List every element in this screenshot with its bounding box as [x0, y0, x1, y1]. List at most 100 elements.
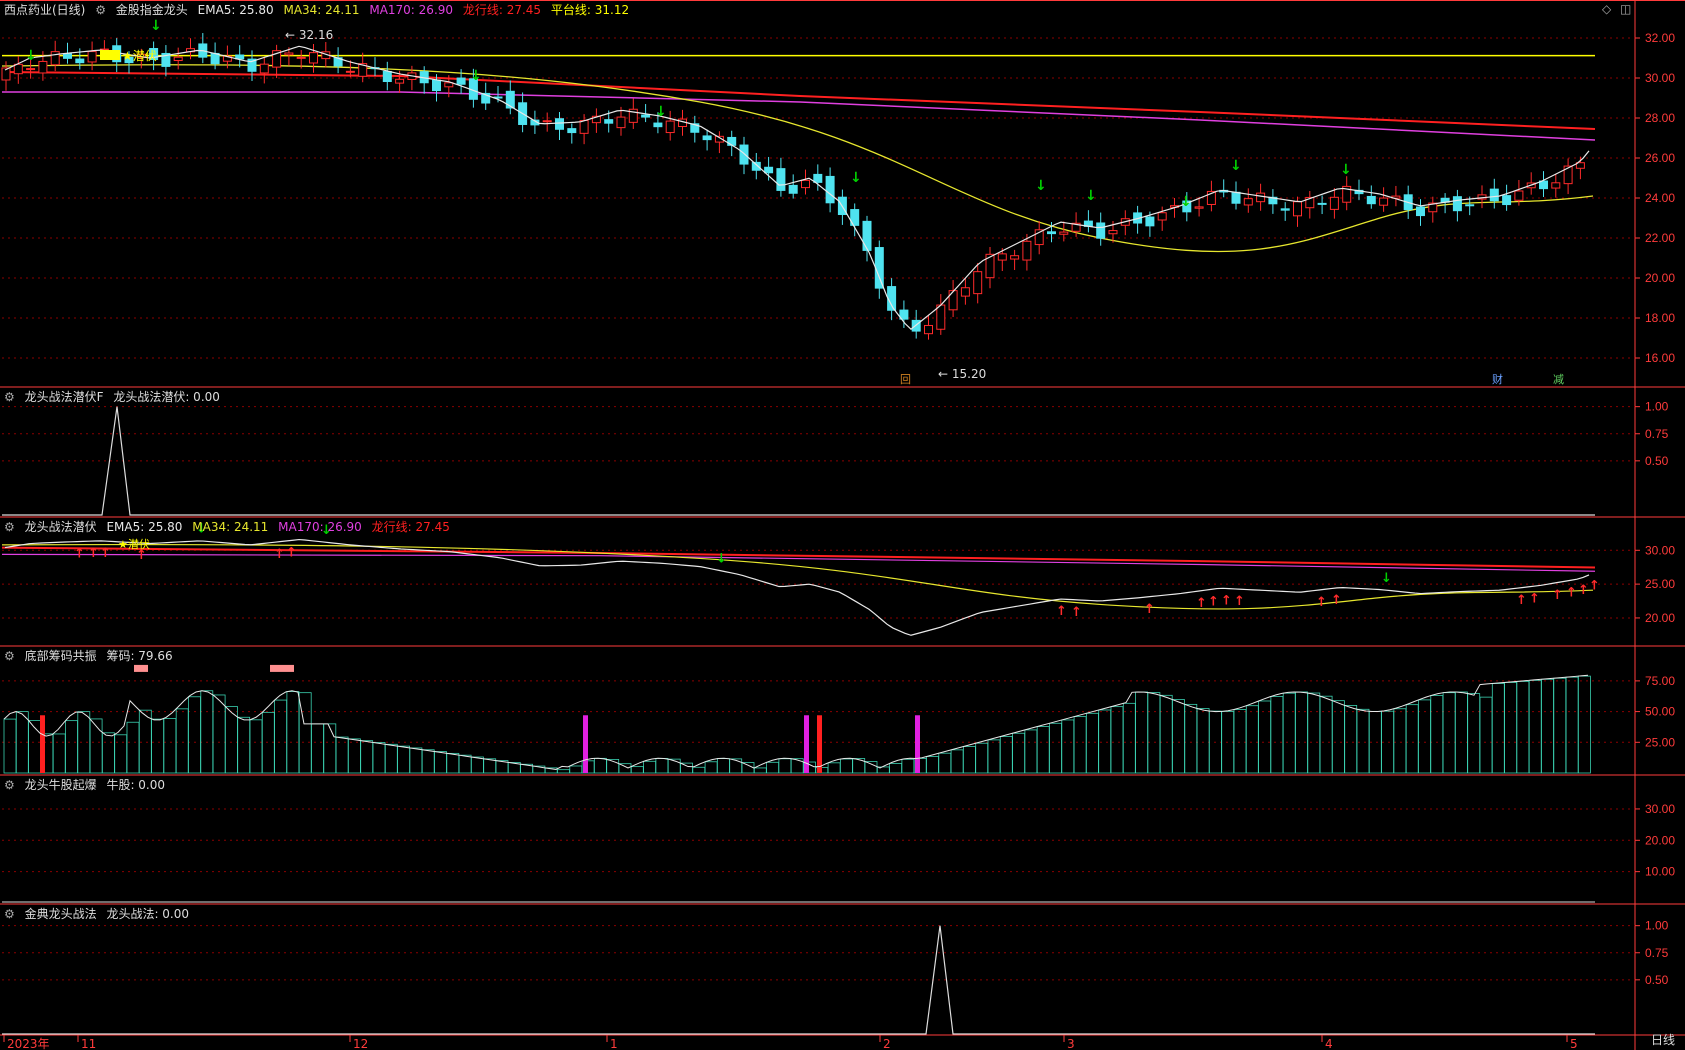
chip-bar	[126, 721, 140, 774]
panel4-tick-label: 75.00	[1645, 674, 1675, 688]
panel3-ema5: EMA5: 25.80	[106, 520, 183, 534]
red-up-arrow-icon: ↑	[1578, 583, 1589, 598]
candle-body	[960, 287, 970, 297]
panel5-title[interactable]: 龙头牛股起爆	[25, 778, 97, 792]
diamond-icon[interactable]: ◇	[1602, 2, 1611, 16]
chip-bar	[372, 742, 386, 774]
settings-icon[interactable]: ⚙	[4, 390, 15, 404]
settings-icon[interactable]: ⚙	[4, 649, 15, 663]
chip-bg	[4, 709, 1594, 773]
chip-bar	[1541, 678, 1554, 774]
chip-bar	[1393, 708, 1407, 774]
settings-icon[interactable]: ⚙	[4, 520, 15, 534]
candle-body	[874, 247, 884, 289]
chip-bar	[1528, 679, 1542, 774]
candle-body	[653, 122, 663, 128]
candle-body	[616, 116, 626, 129]
settings-icon[interactable]: ⚙	[4, 778, 15, 792]
red-up-arrow-icon: ↑	[88, 546, 99, 561]
chip-bar	[643, 760, 656, 774]
chip-bar	[1135, 691, 1148, 774]
settings-icon[interactable]: ⚙	[4, 907, 15, 921]
chip-bar	[938, 752, 952, 774]
buy-signal-arrow-icon: ↓	[25, 48, 37, 64]
window-icon[interactable]: ◫	[1620, 2, 1631, 16]
red-up-arrow-icon: ↑	[274, 547, 285, 562]
candle-body	[764, 166, 774, 174]
chip-bar	[717, 758, 730, 774]
buy-signal-arrow-icon: ↓	[470, 68, 482, 84]
chip-bar	[138, 709, 152, 774]
chip-bar	[1356, 708, 1370, 774]
chip-bar	[1159, 694, 1173, 774]
candle-body	[87, 51, 97, 63]
chip-bar	[1122, 702, 1136, 774]
panel4-title[interactable]: 底部筹码共振	[25, 649, 97, 663]
main-header: 西点药业(日线) ⚙ 金股指金龙头 EMA5: 25.80 MA34: 24.1…	[4, 2, 635, 18]
chip-bar	[446, 752, 460, 774]
chip-bar	[778, 758, 792, 774]
chip-bar	[987, 739, 1001, 774]
red-up-arrow-icon: ↑	[1234, 594, 1245, 609]
chip-bar	[1565, 676, 1579, 774]
stock-name[interactable]: 西点药业(日线)	[4, 3, 85, 17]
chip-bar	[1086, 712, 1099, 774]
candle-body	[973, 271, 983, 295]
settings-icon[interactable]: ⚙	[95, 3, 106, 17]
price-tick-label: 16.00	[1645, 351, 1675, 365]
chip-bar	[1036, 726, 1050, 774]
chip-bar	[434, 751, 447, 774]
chip-bar	[680, 762, 693, 774]
chip-bar	[3, 718, 17, 774]
chip-bar	[840, 758, 853, 774]
chip-bar	[569, 765, 583, 774]
chip-bar	[212, 694, 226, 774]
x-axis-label: 2023年	[7, 1037, 50, 1050]
candle-body	[665, 120, 675, 134]
candle-body	[1280, 208, 1290, 211]
period-label[interactable]: 日线	[1651, 1031, 1675, 1048]
chip-bar	[1024, 729, 1038, 774]
chip-bar	[901, 758, 915, 774]
red-up-arrow-icon: ↑	[1331, 593, 1342, 608]
low-price-label: ← 15.20	[938, 367, 986, 381]
chip-bar	[384, 743, 398, 774]
chip-bar	[237, 716, 251, 774]
chip-bar	[1442, 692, 1456, 774]
candle-body	[739, 144, 749, 165]
panel3-latent-tag: ★潜伏	[118, 537, 150, 551]
red-up-arrow-icon: ↑	[1196, 596, 1207, 611]
chip-bar	[1491, 683, 1505, 774]
chip-curve	[3, 674, 1589, 770]
candle-body	[948, 290, 958, 311]
candle-body	[862, 220, 872, 251]
panel6-title[interactable]: 金典龙头战法	[25, 907, 97, 921]
chip-bar	[1307, 692, 1321, 774]
chip-bar	[397, 745, 411, 774]
price-tick-label: 30.00	[1645, 71, 1675, 85]
panel6-value: 龙头战法: 0.00	[106, 907, 190, 921]
chip-bar	[1282, 692, 1296, 774]
ma170-value: MA170: 26.90	[369, 3, 454, 17]
buy-signal-arrow-icon: ↓	[1340, 162, 1352, 178]
chip-bar	[729, 758, 743, 774]
panel3-title[interactable]: 龙头战法潜伏	[25, 520, 97, 534]
x-axis-label: 3	[1067, 1037, 1075, 1050]
chip-bar	[1295, 691, 1308, 774]
panel2-title[interactable]: 龙头战法潜伏F	[25, 390, 104, 404]
x-axis-label: 4	[1325, 1037, 1333, 1050]
indicator-title[interactable]: 金股指金龙头	[116, 3, 188, 17]
candle-body	[444, 82, 454, 88]
candle-body	[38, 60, 48, 74]
candle-body	[825, 175, 835, 204]
candle-body	[1502, 195, 1512, 206]
chip-bar	[594, 757, 607, 774]
chip-bar	[618, 763, 632, 774]
panel3-tick-label: 20.00	[1645, 611, 1675, 625]
x-axis-label: 11	[81, 1037, 96, 1050]
red-up-arrow-icon: ↑	[1529, 591, 1540, 606]
chip-bar	[286, 691, 300, 774]
chip-bar	[655, 758, 669, 774]
price-tick-label: 20.00	[1645, 271, 1675, 285]
chip-bar	[1344, 705, 1358, 774]
